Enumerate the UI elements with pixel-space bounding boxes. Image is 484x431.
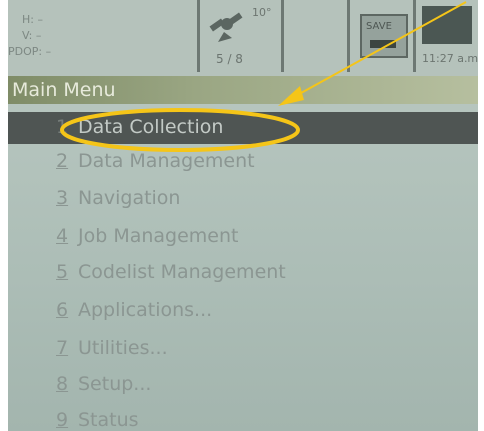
menu-item-label: Applications... bbox=[78, 299, 213, 321]
satellite-angle: 10° bbox=[252, 6, 272, 19]
menu-item-number: 8 bbox=[56, 373, 69, 395]
h-value: – bbox=[37, 13, 43, 26]
menu-item-data-management[interactable]: 2 Data Management bbox=[8, 146, 478, 178]
menu-item-number: 4 bbox=[56, 225, 69, 247]
menu-item-number: 6 bbox=[56, 299, 69, 321]
menu-item-applications[interactable]: 6 Applications... bbox=[8, 295, 478, 327]
precision-values: H: – V: – PDOP: – bbox=[8, 12, 51, 60]
menu-item-data-collection[interactable]: 1 Data Collection bbox=[8, 112, 478, 144]
battery-level-bar bbox=[370, 40, 396, 48]
menu-item-setup[interactable]: 8 Setup... bbox=[8, 369, 478, 401]
menu-item-number: 2 bbox=[56, 150, 69, 172]
battery-label: SAVE bbox=[366, 21, 392, 32]
menu-item-number: 1 bbox=[56, 116, 69, 138]
blank-panel bbox=[284, 0, 350, 72]
v-precision: V: – bbox=[22, 28, 51, 44]
menu-item-label: Navigation bbox=[78, 187, 181, 209]
menu-item-label: Status bbox=[78, 409, 139, 431]
menu-item-navigation[interactable]: 3 Navigation bbox=[8, 183, 478, 215]
menu-item-utilities[interactable]: 7 Utilities... bbox=[8, 333, 478, 365]
battery-panel[interactable]: SAVE bbox=[350, 0, 416, 72]
menu-item-label: Utilities... bbox=[78, 337, 168, 359]
battery-icon: SAVE bbox=[360, 14, 408, 58]
menu-item-label: Data Collection bbox=[78, 116, 224, 138]
h-precision: H: – bbox=[22, 12, 51, 28]
menu-title: Main Menu bbox=[12, 79, 116, 101]
clock-time: 11:27 a.m. bbox=[422, 52, 478, 65]
menu-item-status[interactable]: 9 Status bbox=[8, 405, 478, 431]
pdop: PDOP: – bbox=[8, 44, 51, 60]
radio-signal-icon bbox=[422, 6, 472, 44]
menu-item-number: 3 bbox=[56, 187, 69, 209]
status-bar: H: – V: – PDOP: – 10° 5 / 8 SAVE 11:27 a… bbox=[8, 0, 478, 76]
v-label: V: bbox=[22, 29, 33, 42]
radio-clock-panel[interactable]: 11:27 a.m. bbox=[416, 0, 478, 72]
pdop-value: – bbox=[45, 45, 52, 58]
menu-item-codelist-management[interactable]: 5 Codelist Management bbox=[8, 257, 478, 289]
satellite-panel[interactable]: 10° 5 / 8 bbox=[200, 0, 284, 72]
satellite-icon bbox=[209, 12, 243, 42]
menu-item-job-management[interactable]: 4 Job Management bbox=[8, 221, 478, 253]
menu-item-label: Data Management bbox=[78, 150, 255, 172]
menu-item-number: 9 bbox=[56, 409, 69, 431]
menu-item-label: Codelist Management bbox=[78, 261, 286, 283]
menu-item-label: Job Management bbox=[78, 225, 239, 247]
satellite-count: 5 / 8 bbox=[216, 52, 243, 66]
precision-panel[interactable]: H: – V: – PDOP: – bbox=[8, 0, 200, 72]
pdop-label: PDOP: bbox=[8, 45, 43, 58]
menu-item-label: Setup... bbox=[78, 373, 152, 395]
menu-item-number: 5 bbox=[56, 261, 69, 283]
menu-item-number: 7 bbox=[56, 337, 69, 359]
h-label: H: bbox=[22, 13, 34, 26]
menu-title-bar: Main Menu bbox=[8, 76, 478, 104]
v-value: – bbox=[35, 29, 42, 42]
lcd-display: H: – V: – PDOP: – 10° 5 / 8 SAVE 11:27 a… bbox=[8, 0, 478, 431]
device-screen-photo: H: – V: – PDOP: – 10° 5 / 8 SAVE 11:27 a… bbox=[0, 0, 484, 431]
